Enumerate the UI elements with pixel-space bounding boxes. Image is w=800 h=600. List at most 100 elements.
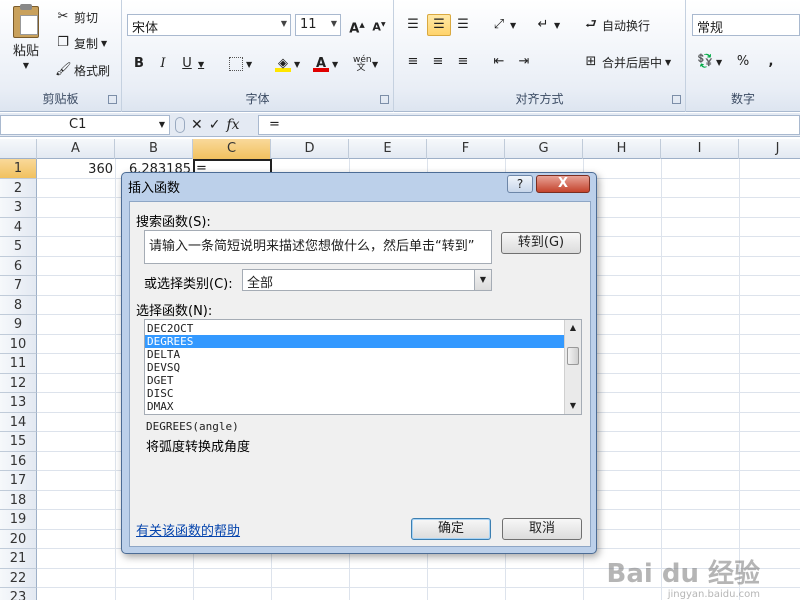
increase-indent-button[interactable]: ⇥ (513, 51, 535, 73)
list-item[interactable]: DGET (145, 374, 581, 387)
clipboard-group-label: 剪贴板 (42, 92, 79, 106)
row-header[interactable]: 13 (0, 393, 37, 413)
column-header[interactable]: D (271, 139, 349, 159)
row-header[interactable]: 3 (0, 198, 37, 218)
list-item[interactable]: DEVSQ (145, 361, 581, 374)
wrap-text-button[interactable]: ⮐ 自动换行 (580, 14, 653, 36)
list-item[interactable]: DELTA (145, 348, 581, 361)
column-header[interactable]: B (115, 139, 193, 159)
percent-button[interactable]: % (732, 51, 754, 73)
wrap-text-label: 自动换行 (602, 18, 651, 33)
cancel-button[interactable]: 取消 (502, 518, 582, 540)
middle-align-button[interactable]: ☰ (427, 14, 451, 36)
row-header[interactable]: 23 (0, 588, 37, 600)
cancel-icon[interactable]: ✕ (191, 117, 203, 133)
accounting-format-button[interactable]: 💱 ▼ (694, 51, 725, 73)
dialog-launcher-icon[interactable] (672, 95, 681, 104)
list-item-selected[interactable]: DEGREES (145, 335, 581, 348)
italic-icon: I (160, 56, 166, 71)
fill-color-button[interactable]: ◈ ▼ (272, 53, 303, 75)
phonetic-button[interactable]: wén 文 ▼ (350, 53, 381, 75)
font-size-combo[interactable]: 11 ▼ (295, 14, 341, 36)
row-header[interactable]: 2 (0, 178, 37, 198)
help-button[interactable]: ? (507, 175, 533, 193)
column-header[interactable]: C (193, 139, 271, 159)
dialog-launcher-icon[interactable] (108, 95, 117, 104)
row-header[interactable]: 9 (0, 315, 37, 335)
scroll-up-icon[interactable]: ▲ (565, 320, 581, 336)
font-name-combo[interactable]: 宋体 ▼ (127, 14, 291, 36)
column-header[interactable]: E (349, 139, 427, 159)
column-header[interactable]: G (505, 139, 583, 159)
go-button[interactable]: 转到(G) (501, 232, 581, 254)
row-header[interactable]: 18 (0, 490, 37, 510)
row-header[interactable]: 5 (0, 237, 37, 257)
align-center-button[interactable]: ≡ (427, 51, 449, 73)
paste-button[interactable]: 粘贴 ▼ (6, 4, 46, 80)
row-header[interactable]: 22 (0, 568, 37, 588)
insert-function-button[interactable]: fx (226, 117, 239, 133)
insert-function-dialog: 插入函数 ? X 搜索函数(S): 请输入一条简短说明来描述您想做什么，然后单击… (121, 172, 597, 554)
row-header[interactable]: 11 (0, 354, 37, 374)
close-button[interactable]: X (536, 175, 590, 193)
chevron-down-icon[interactable]: ▼ (474, 270, 491, 290)
decrease-indent-button[interactable]: ⇤ (488, 51, 510, 73)
top-align-button[interactable]: ☰ (402, 14, 424, 36)
list-item[interactable]: DEC2OCT (145, 322, 581, 335)
merge-center-button[interactable]: ⊞ 合并后居中 ▼ (580, 51, 674, 73)
bold-button[interactable]: B (128, 53, 150, 75)
row-header[interactable]: 20 (0, 529, 37, 549)
text-direction-button[interactable]: ↵ ▼ (532, 14, 563, 36)
row-header[interactable]: 16 (0, 451, 37, 471)
row-header[interactable]: 4 (0, 217, 37, 237)
function-list-scrollbar[interactable]: ▲ ▼ (564, 320, 581, 414)
orientation-button[interactable]: ⤢ ▼ (488, 14, 519, 36)
dialog-launcher-icon[interactable] (380, 95, 389, 104)
name-box[interactable]: C1 ▼ (0, 115, 170, 135)
row-header[interactable]: 7 (0, 276, 37, 296)
column-header[interactable]: A (37, 139, 115, 159)
row-header[interactable]: 10 (0, 334, 37, 354)
borders-button[interactable]: ▼ (226, 53, 255, 75)
align-left-button[interactable]: ≡ (402, 51, 424, 73)
bottom-align-button[interactable]: ☰ (452, 14, 474, 36)
row-header[interactable]: 15 (0, 432, 37, 452)
row-header[interactable]: 8 (0, 295, 37, 315)
function-help-link[interactable]: 有关该函数的帮助 (136, 520, 240, 539)
italic-button[interactable]: I (152, 53, 174, 75)
copy-button[interactable]: ❐ 复制 ▼ (52, 32, 110, 54)
select-all-corner[interactable] (0, 139, 37, 159)
font-color-button[interactable]: A ▼ (310, 53, 341, 75)
splitter-handle[interactable] (175, 117, 185, 133)
formula-input[interactable]: = (258, 115, 800, 135)
list-item[interactable]: DISC (145, 387, 581, 400)
row-header[interactable]: 12 (0, 373, 37, 393)
comma-style-button[interactable]: , (760, 51, 782, 73)
cell-a1[interactable]: 360 (37, 160, 113, 179)
ok-button[interactable]: 确定 (411, 518, 491, 540)
scroll-thumb[interactable] (567, 347, 579, 365)
row-header[interactable]: 17 (0, 471, 37, 491)
column-header[interactable]: H (583, 139, 661, 159)
row-header[interactable]: 14 (0, 412, 37, 432)
row-header[interactable]: 21 (0, 549, 37, 569)
row-header[interactable]: 1 (0, 159, 37, 179)
cut-button[interactable]: ✂ 剪切 (52, 6, 101, 28)
align-right-button[interactable]: ≡ (452, 51, 474, 73)
category-select[interactable]: 全部 ▼ (242, 269, 492, 291)
list-item[interactable]: DMAX (145, 400, 581, 413)
column-header[interactable]: J (739, 139, 800, 159)
column-header[interactable]: I (661, 139, 739, 159)
scroll-down-icon[interactable]: ▼ (565, 398, 581, 414)
column-header[interactable]: F (427, 139, 505, 159)
row-header[interactable]: 19 (0, 510, 37, 530)
shrink-font-button[interactable]: A▼ (368, 14, 390, 36)
grow-font-button[interactable]: A▲ (346, 14, 368, 36)
number-format-combo[interactable]: 常规 (692, 14, 800, 36)
search-function-input[interactable]: 请输入一条简短说明来描述您想做什么，然后单击“转到” (144, 230, 492, 264)
underline-button[interactable]: U ▼ (176, 53, 207, 75)
row-header[interactable]: 6 (0, 256, 37, 276)
function-list[interactable]: DEC2OCT DEGREES DELTA DEVSQ DGET DISC DM… (144, 319, 582, 415)
check-icon[interactable]: ✓ (209, 117, 221, 133)
format-painter-button[interactable]: 🖌 格式刷 (52, 59, 113, 81)
